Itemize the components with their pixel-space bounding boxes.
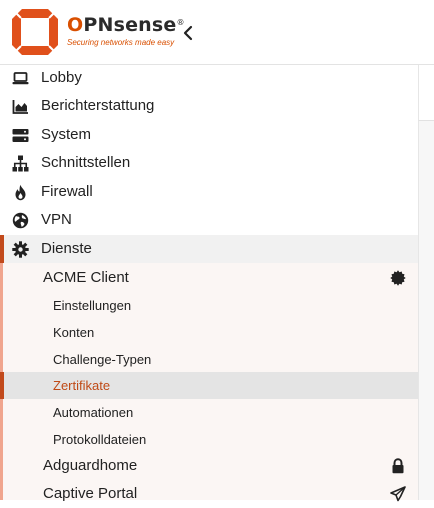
sidebar-item-label: Zertifikate [53,378,111,393]
laptop-icon [12,72,29,85]
opnsense-logo-icon [12,9,58,55]
sidebar-item-label: Protokolldateien [53,432,147,447]
brand-tagline: Securing networks made easy [67,38,175,47]
content-area [418,65,434,500]
sidebar-item-label: Konten [53,325,95,340]
sidebar-item-automationen[interactable]: Automationen [0,399,418,426]
sidebar-item-label: ACME Client [43,269,129,286]
sidebar-item-vpn[interactable]: VPN [0,206,418,234]
globe-icon [12,212,29,229]
dienste-active-indicator [0,235,4,263]
sidebar-item-berichterstattung[interactable]: Berichterstattung [0,92,418,120]
sidebar-item-lobby[interactable]: Lobby [0,64,418,92]
sidebar-item-label: Challenge-Typen [53,352,152,367]
sidebar-item-schnittstellen[interactable]: Schnittstellen [0,149,418,177]
sidebar-item-zertifikate[interactable]: Zertifikate [0,372,418,399]
sidebar-item-label: Adguardhome [43,457,138,474]
certificate-icon [390,270,406,286]
sidebar-item-system[interactable]: System [0,121,418,149]
sidebar-item-label: System [41,126,92,143]
content-header [418,65,434,121]
gear-icon [12,241,29,258]
server-icon [12,129,29,142]
sidebar-item-label: Automationen [53,405,134,420]
brand-name: OPNsense® [67,14,185,36]
sidebar-item-label: Dienste [41,240,92,257]
lock-icon [392,458,404,474]
sitemap-icon [12,155,29,172]
sidebar-item-dienste[interactable]: Dienste [0,235,418,263]
sidebar-item-label: Einstellungen [53,298,132,313]
sidebar-item-protokolldateien[interactable]: Protokolldateien [0,426,418,453]
sidebar-item-einstellungen[interactable]: Einstellungen [0,292,418,319]
sidebar-item-label: Lobby [41,69,82,86]
sidebar-item-label: VPN [41,211,72,228]
sidebar-item-label: Berichterstattung [41,97,155,114]
sidebar-item-firewall[interactable]: Firewall [0,178,418,206]
sidebar-item-konten[interactable]: Konten [0,319,418,346]
top-header: OPNsense® Securing networks made easy [0,0,434,65]
sidebar-item-acme-client[interactable]: ACME Client [0,264,418,292]
sidebar-item-challenge-typen[interactable]: Challenge-Typen [0,346,418,373]
sidebar-item-adguardhome[interactable]: Adguardhome [0,452,418,480]
fire-icon [15,184,26,201]
brand[interactable]: OPNsense® Securing networks made easy [67,13,185,48]
sidebar-item-label: Captive Portal [43,485,138,502]
area-chart-icon [12,100,28,114]
chevron-left-icon[interactable] [180,24,196,42]
sidebar-item-captive-portal[interactable]: Captive Portal [0,480,418,508]
sidebar-item-label: Schnittstellen [41,154,131,171]
sidebar-item-label: Firewall [41,183,93,200]
active-item-indicator [0,372,4,399]
